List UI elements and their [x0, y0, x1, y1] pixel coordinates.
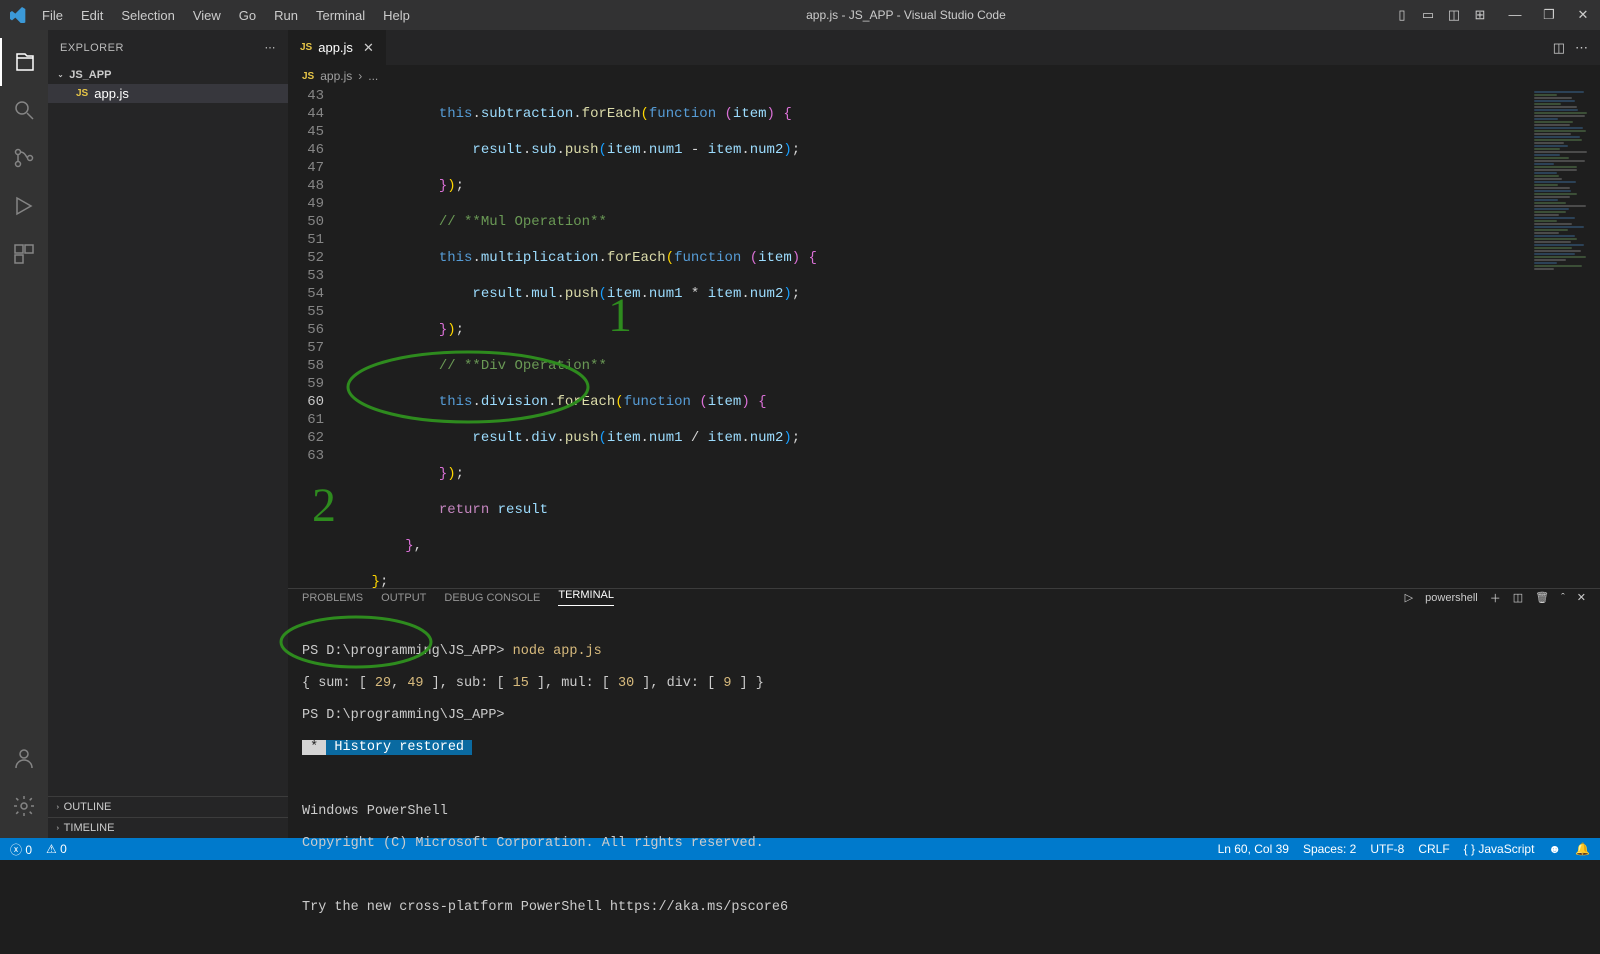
terminal-trash-icon[interactable]: 🗑	[1535, 591, 1549, 604]
outline-label: OUTLINE	[64, 801, 112, 813]
vscode-logo-icon	[8, 7, 28, 23]
toggle-panel-icon[interactable]: ▯	[1394, 7, 1410, 23]
file-item-app-js[interactable]: JS app.js	[48, 84, 288, 103]
js-file-icon: JS	[300, 42, 312, 53]
line-number-gutter: 4344454647484950515253545556575859606162…	[288, 87, 338, 588]
outline-section[interactable]: › OUTLINE	[48, 796, 288, 817]
activity-bar	[0, 30, 48, 838]
run-debug-icon[interactable]	[0, 182, 48, 230]
menu-help[interactable]: Help	[375, 4, 418, 27]
settings-gear-icon[interactable]	[0, 782, 48, 830]
panel-tab-problems[interactable]: PROBLEMS	[302, 592, 363, 604]
panel-tabs: PROBLEMS OUTPUT DEBUG CONSOLE TERMINAL ▷…	[288, 589, 1600, 606]
status-errors[interactable]: ⓧ 0	[10, 841, 32, 858]
explorer-sidebar: EXPLORER ⋯ ⌄ JS_APP JS app.js › OUTLINE …	[48, 30, 288, 838]
terminal-line: PS D:\programming\JS_APP>	[302, 708, 1586, 724]
code-content[interactable]: this.subtraction.forEach(function (item)…	[338, 87, 1510, 588]
layout-grid-icon[interactable]: ⊞	[1472, 7, 1488, 23]
menu-view[interactable]: View	[185, 4, 229, 27]
terminal-line	[302, 868, 1586, 884]
menu-edit[interactable]: Edit	[73, 4, 111, 27]
tab-label: app.js	[318, 40, 353, 55]
tab-close-icon[interactable]: ✕	[363, 40, 374, 56]
explorer-icon[interactable]	[0, 38, 48, 86]
split-editor-icon[interactable]: ◫	[1553, 40, 1565, 56]
terminal-line	[302, 772, 1586, 788]
terminal-line: { sum: [ 29, 49 ], sub: [ 15 ], mul: [ 3…	[302, 676, 1586, 692]
code-editor[interactable]: 4344454647484950515253545556575859606162…	[288, 87, 1510, 588]
panel-tab-terminal[interactable]: TERMINAL	[558, 589, 614, 606]
terminal-add-icon[interactable]: ＋	[1490, 590, 1501, 606]
menu-terminal[interactable]: Terminal	[308, 4, 373, 27]
panel-tab-output[interactable]: OUTPUT	[381, 592, 426, 604]
editor-tabs: JS app.js ✕ ◫ ⋯	[288, 30, 1600, 65]
terminal-shell-icon: ▷	[1405, 591, 1413, 604]
breadcrumb-sep: ›	[358, 69, 362, 83]
menu-run[interactable]: Run	[266, 4, 306, 27]
explorer-title: EXPLORER	[60, 42, 124, 54]
breadcrumb[interactable]: JS app.js › ...	[288, 65, 1600, 87]
terminal-shell-label[interactable]: powershell	[1425, 592, 1478, 604]
window-controls: — ❐ ✕	[1506, 7, 1592, 23]
terminal-line: * History restored	[302, 740, 1586, 756]
close-button[interactable]: ✕	[1574, 7, 1592, 23]
terminal-line: Windows PowerShell	[302, 804, 1586, 820]
window-title: app.js - JS_APP - Visual Studio Code	[418, 8, 1394, 22]
tab-app-js[interactable]: JS app.js ✕	[288, 30, 387, 65]
minimap[interactable]	[1510, 87, 1600, 588]
chevron-down-icon: ⌄	[57, 70, 63, 79]
terminal-line: Try the new cross-platform PowerShell ht…	[302, 900, 1586, 916]
explorer-more-icon[interactable]: ⋯	[265, 41, 277, 54]
terminal-content[interactable]: PS D:\programming\JS_APP> node app.js { …	[288, 606, 1600, 954]
js-file-icon: JS	[302, 71, 314, 82]
breadcrumb-file: app.js	[320, 69, 352, 83]
terminal-line: PS D:\programming\JS_APP> node app.js	[302, 644, 1586, 660]
terminal-up-icon[interactable]: ˆ	[1561, 592, 1565, 604]
js-file-icon: JS	[76, 88, 88, 99]
timeline-section[interactable]: › TIMELINE	[48, 817, 288, 838]
search-icon[interactable]	[0, 86, 48, 134]
menu-file[interactable]: File	[34, 4, 71, 27]
terminal-line: Copyright (C) Microsoft Corporation. All…	[302, 836, 1586, 852]
terminal-close-icon[interactable]: ✕	[1577, 591, 1586, 604]
file-label: app.js	[94, 86, 129, 101]
explorer-header: EXPLORER ⋯	[48, 30, 288, 65]
terminal-split-icon[interactable]: ◫	[1513, 591, 1523, 604]
project-folder[interactable]: ⌄ JS_APP	[48, 65, 288, 84]
project-name: JS_APP	[69, 69, 111, 81]
menu-bar: File Edit Selection View Go Run Terminal…	[34, 4, 418, 27]
minimize-button[interactable]: —	[1506, 7, 1524, 23]
chevron-right-icon: ›	[57, 803, 60, 811]
maximize-button[interactable]: ❐	[1540, 7, 1558, 23]
breadcrumb-rest: ...	[368, 69, 378, 83]
status-warnings[interactable]: ⚠ 0	[46, 842, 67, 856]
source-control-icon[interactable]	[0, 134, 48, 182]
chevron-right-icon: ›	[57, 824, 60, 832]
menu-go[interactable]: Go	[231, 4, 264, 27]
editor-area: JS app.js ✕ ◫ ⋯ JS app.js › ... 43444546…	[288, 30, 1600, 838]
layout-bottom-icon[interactable]: ▭	[1420, 7, 1436, 23]
menu-selection[interactable]: Selection	[113, 4, 182, 27]
editor-more-icon[interactable]: ⋯	[1575, 40, 1588, 56]
title-bar: File Edit Selection View Go Run Terminal…	[0, 0, 1600, 30]
extensions-icon[interactable]	[0, 230, 48, 278]
accounts-icon[interactable]	[0, 734, 48, 782]
panel-tab-debug[interactable]: DEBUG CONSOLE	[444, 592, 540, 604]
titlebar-right-icons: ▯ ▭ ◫ ⊞	[1394, 7, 1492, 23]
timeline-label: TIMELINE	[64, 822, 115, 834]
bottom-panel: PROBLEMS OUTPUT DEBUG CONSOLE TERMINAL ▷…	[288, 588, 1600, 838]
layout-side-icon[interactable]: ◫	[1446, 7, 1462, 23]
